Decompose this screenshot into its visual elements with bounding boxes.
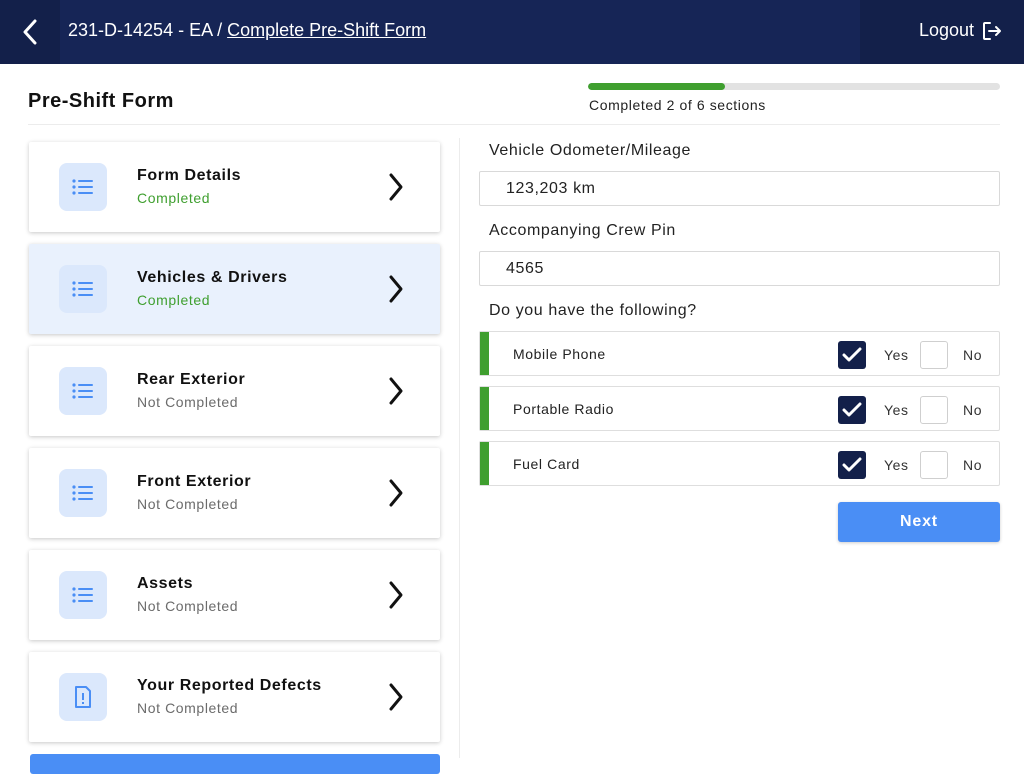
section-name: Rear Exterior <box>137 371 246 388</box>
list-icon <box>59 367 107 415</box>
breadcrumb-link[interactable]: Complete Pre-Shift Form <box>227 20 426 40</box>
section-name: Front Exterior <box>137 473 252 490</box>
section-status: Not Completed <box>137 496 239 512</box>
section-name: Vehicles & Drivers <box>137 269 288 286</box>
section-status: Not Completed <box>137 394 239 410</box>
section-card-front-exterior[interactable]: Front Exterior Not Completed <box>29 448 440 538</box>
chevron-left-icon <box>23 19 37 45</box>
checklist-row-fuel-card: Fuel Card Yes No <box>479 441 1000 486</box>
chevron-right-icon <box>389 275 403 303</box>
next-button[interactable]: Next <box>838 502 1000 542</box>
section-name: Assets <box>137 575 194 592</box>
question-label: Do you have the following? <box>489 302 697 319</box>
report-icon <box>59 673 107 721</box>
logout-label: Logout <box>918 20 974 40</box>
vertical-divider <box>459 138 460 758</box>
section-status: Not Completed <box>137 598 239 614</box>
chevron-right-icon <box>389 479 403 507</box>
top-app-bar: 231-D-14254 - EA / Complete Pre-Shift Fo… <box>0 0 1024 64</box>
vehicle-id: 231-D-14254 - EA / <box>68 20 223 40</box>
crew-pin-label: Accompanying Crew Pin <box>489 222 676 239</box>
section-status: Not Completed <box>137 700 239 716</box>
checklist-row-portable-radio: Portable Radio Yes No <box>479 386 1000 431</box>
checkmark-icon <box>842 347 862 362</box>
no-label: No <box>963 457 983 473</box>
progress-bar <box>588 83 1000 90</box>
yes-label: Yes <box>884 347 909 363</box>
chevron-right-icon <box>389 683 403 711</box>
submit-button[interactable] <box>30 754 440 774</box>
chevron-right-icon <box>389 173 403 201</box>
list-icon <box>59 163 107 211</box>
divider <box>28 124 1000 125</box>
page-title: Pre-Shift Form <box>28 90 174 112</box>
section-card-reported-defects[interactable]: Your Reported Defects Not Completed <box>29 652 440 742</box>
list-icon <box>59 265 107 313</box>
odometer-label: Vehicle Odometer/Mileage <box>489 142 692 159</box>
logout-icon <box>983 21 1001 40</box>
checkmark-icon <box>842 457 862 472</box>
section-status: Completed <box>137 190 211 206</box>
chevron-right-icon <box>389 581 403 609</box>
yes-checkbox[interactable] <box>838 396 866 424</box>
yes-label: Yes <box>884 402 909 418</box>
section-status: Completed <box>137 292 211 308</box>
checklist-item-label: Fuel Card <box>513 456 580 472</box>
progress-text: Completed 2 of 6 sections <box>589 97 766 113</box>
no-checkbox[interactable] <box>920 451 948 479</box>
yes-checkbox[interactable] <box>838 341 866 369</box>
row-status-bar <box>480 332 489 375</box>
header-title: 231-D-14254 - EA / Complete Pre-Shift Fo… <box>68 20 426 41</box>
checklist-row-mobile-phone: Mobile Phone Yes No <box>479 331 1000 376</box>
chevron-right-icon <box>389 377 403 405</box>
section-card-rear-exterior[interactable]: Rear Exterior Not Completed <box>29 346 440 436</box>
section-card-vehicles-drivers[interactable]: Vehicles & Drivers Completed <box>29 244 440 334</box>
list-icon <box>59 571 107 619</box>
list-icon <box>59 469 107 517</box>
crew-pin-input[interactable]: 4565 <box>479 251 1000 286</box>
back-button[interactable] <box>0 0 60 64</box>
no-checkbox[interactable] <box>920 341 948 369</box>
yes-label: Yes <box>884 457 909 473</box>
no-label: No <box>963 347 983 363</box>
section-card-form-details[interactable]: Form Details Completed <box>29 142 440 232</box>
section-name: Form Details <box>137 167 242 184</box>
odometer-input[interactable]: 123,203 km <box>479 171 1000 206</box>
logout-button[interactable]: Logout <box>919 20 1002 41</box>
section-name: Your Reported Defects <box>137 677 322 694</box>
checklist-item-label: Portable Radio <box>513 401 615 417</box>
checklist-item-label: Mobile Phone <box>513 346 606 362</box>
no-label: No <box>963 402 983 418</box>
section-card-assets[interactable]: Assets Not Completed <box>29 550 440 640</box>
checkmark-icon <box>842 402 862 417</box>
progress-bar-fill <box>588 83 726 90</box>
yes-checkbox[interactable] <box>838 451 866 479</box>
no-checkbox[interactable] <box>920 396 948 424</box>
row-status-bar <box>480 387 489 430</box>
row-status-bar <box>480 442 489 485</box>
